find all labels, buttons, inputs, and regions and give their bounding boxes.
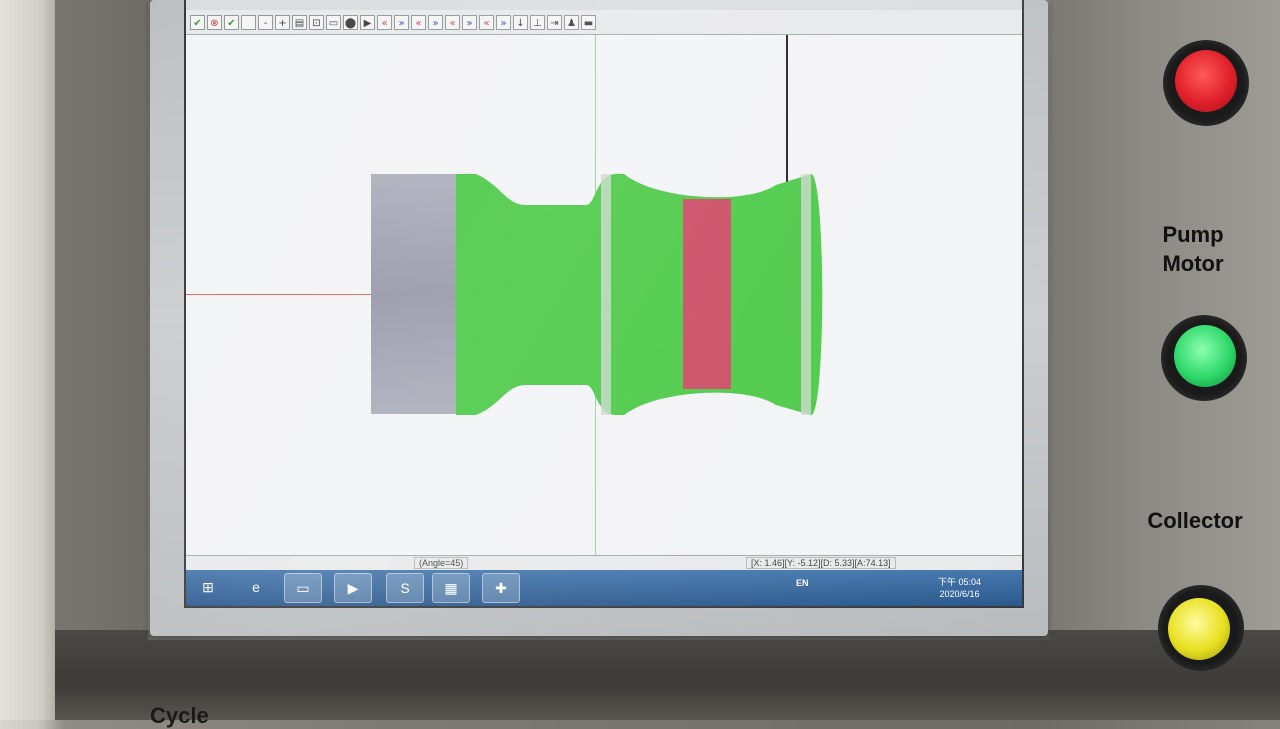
pump-motor-line1: Pump [1162,222,1224,247]
toolbar-button-20[interactable]: ⊥ [530,14,545,30]
toolbar-button-9[interactable]: ⬤ [343,14,358,30]
toolbar-button-21[interactable]: ⇥ [547,14,562,30]
raw-stock [371,174,457,414]
coordinate-readout: [X: 1.46][Y: -5.12][D: 5.33][A:74.13] [746,557,896,569]
toolbar-button-16[interactable]: » [462,14,477,30]
toolbar-button-15[interactable]: « [445,14,460,30]
toolbar-button-6[interactable]: ▤ [292,14,307,30]
toolbar-button-1[interactable]: ⊗ [207,14,222,30]
turned-part-render [371,174,823,415]
pump-motor-label: Pump Motor [1140,220,1246,278]
groove-right [801,174,811,415]
toolbar-button-2[interactable]: ✔ [224,14,239,30]
system-clock[interactable]: 下午 05:04 2020/6/16 [938,576,981,600]
toolbar-button-19[interactable]: ↓ [513,14,528,30]
windows-taskbar: ⊞ e ▭ ▶ S ▦ ✚ EN 下午 05:04 2020/6/16 [186,570,1022,606]
groove-left [601,174,611,415]
clock-time: 下午 05:04 [938,577,982,587]
monitor-screen: ✔ ⊗ ✔ - + ▤ ⊡ ▭ ⬤ ▶ «» «» «» «» ↓ ⊥ ⇥ ♟ ▬ (Angle=45) [X: 1… [184,0,1024,608]
toolbar-button-18[interactable]: » [496,14,511,30]
cycle-label: Cycle [150,703,209,728]
red-stop-button[interactable] [1175,50,1237,112]
pump-motor-button[interactable] [1174,325,1236,387]
media-player-icon[interactable]: ▶ [334,573,372,603]
collector-button[interactable] [1168,598,1230,660]
toolbar-button-23[interactable]: ▬ [581,14,596,30]
toolbar-button-17[interactable]: « [479,14,494,30]
toolbar-button-7[interactable]: ⊡ [309,14,324,30]
green-profile [456,174,823,415]
red-band [683,199,731,389]
pump-motor-line2: Motor [1162,251,1224,276]
toolbar-button-0[interactable]: ✔ [190,14,205,30]
collector-label: Collector [1147,508,1243,533]
toolbar-button-11[interactable]: « [377,14,392,30]
panel-lower-edge [55,630,1280,720]
simulation-canvas[interactable] [186,35,1022,555]
clock-date: 2020/6/16 [939,589,980,599]
language-indicator[interactable]: EN [796,578,809,588]
cam-toolbar: ✔ ⊗ ✔ - + ▤ ⊡ ▭ ⬤ ▶ «» «» «» «» ↓ ⊥ ⇥ ♟ ▬ [186,10,1022,35]
toolbar-button-8[interactable]: ▭ [326,14,341,30]
toolbar-button-4[interactable]: - [258,14,273,30]
toolbar-button-14[interactable]: » [428,14,443,30]
app-grid-icon[interactable]: ▦ [432,573,470,603]
angle-readout: (Angle=45) [414,557,469,569]
ie-icon[interactable]: e [238,573,274,601]
wall-background [0,0,60,720]
toolbar-button-13[interactable]: « [411,14,426,30]
explorer-icon[interactable]: ▭ [284,573,322,603]
toolbar-button-3[interactable] [241,14,256,30]
toolbar-button-5[interactable]: + [275,14,290,30]
toolbar-button-12[interactable]: » [394,14,409,30]
toolbar-button-22[interactable]: ♟ [564,14,579,30]
toolbar-button-10[interactable]: ▶ [360,14,375,30]
window-title-strip [186,0,1022,10]
app-s-icon[interactable]: S [386,573,424,603]
start-button[interactable]: ⊞ [190,573,226,601]
status-bar: (Angle=45) [X: 1.46][Y: -5.12][D: 5.33][… [186,555,1022,571]
cam-app-icon[interactable]: ✚ [482,573,520,603]
